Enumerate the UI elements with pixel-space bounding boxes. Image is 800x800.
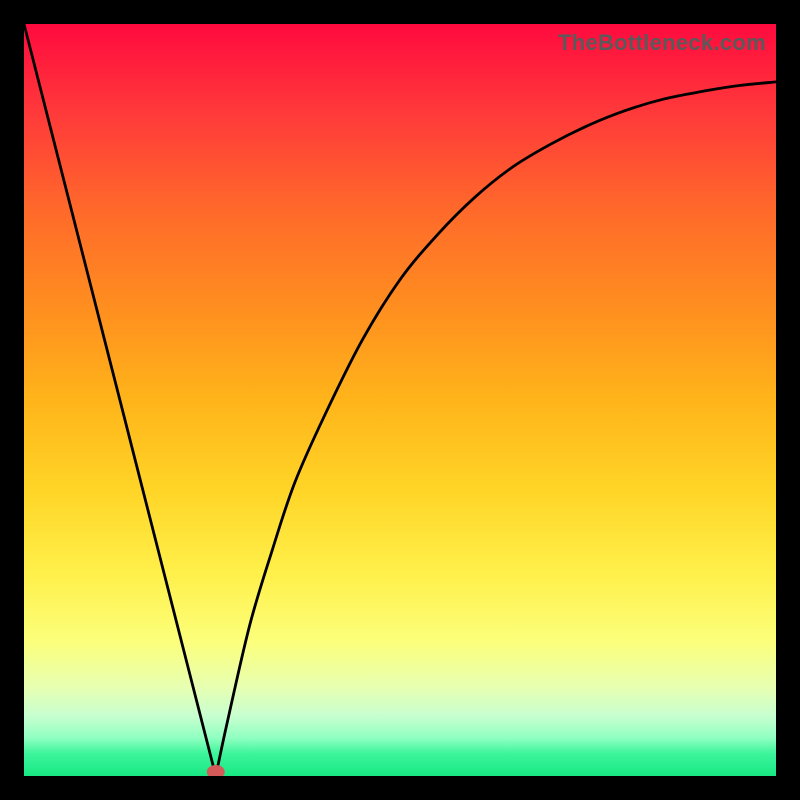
curve-left-segment (24, 24, 216, 776)
curve-right-segment (216, 82, 776, 776)
plot-area: TheBottleneck.com (24, 24, 776, 776)
bottleneck-curve (24, 24, 776, 776)
chart-frame: TheBottleneck.com (0, 0, 800, 800)
minimum-marker (207, 765, 225, 776)
